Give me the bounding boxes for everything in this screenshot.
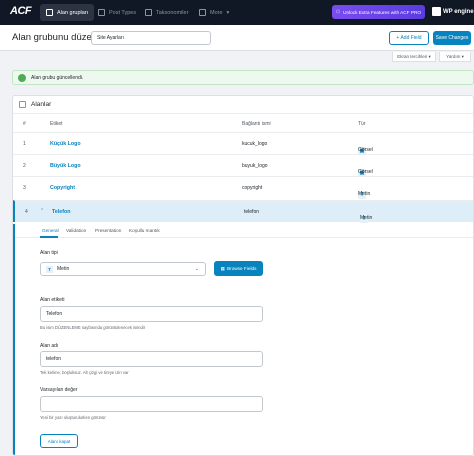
success-notice: Alan grubu güncellendi. xyxy=(12,70,474,85)
close-field-button[interactable]: Alanı kapat xyxy=(40,434,78,448)
text-icon: T xyxy=(46,265,53,273)
table-header: # Etiket Bağlantı ismi Tür xyxy=(13,118,473,130)
column-label: Etiket xyxy=(50,121,63,127)
field-name: copyright xyxy=(242,185,263,191)
more-icon xyxy=(199,9,206,16)
chevron-down-icon: ⌄ xyxy=(194,266,199,272)
row-number: 4 xyxy=(25,209,28,215)
column-name: Bağlantı ismi xyxy=(242,121,271,127)
field-type-label: Alan tipi xyxy=(40,250,58,256)
unlock-icon: ⬡ xyxy=(336,9,341,14)
field-label-label: Alan etiketi xyxy=(40,297,65,303)
browse-icon: ▦ xyxy=(220,265,225,271)
panel-header: Alanlar xyxy=(13,96,473,114)
column-type: Tür xyxy=(358,121,366,127)
unlock-pro-button[interactable]: ⬡ Unlock Extra Features with ACF PRO xyxy=(332,5,425,19)
field-groups-icon xyxy=(46,9,53,16)
default-value-label: Varsayılan değer xyxy=(40,387,78,393)
field-name-input[interactable]: telefon xyxy=(40,351,263,367)
panel-title: Alanlar xyxy=(31,101,52,108)
default-value-help: Yeni bir yazı oluşturulurken görünür xyxy=(40,415,106,420)
field-settings: General Validation Presentation Koşullu … xyxy=(13,224,473,455)
nav-taxonomies-label: Taksonomiler xyxy=(156,9,189,16)
field-label-link[interactable]: Büyük Logo xyxy=(50,163,81,169)
nav-more-label: More xyxy=(210,9,223,16)
add-field-button[interactable]: + Add Field xyxy=(389,31,429,45)
row-number: 3 xyxy=(23,185,26,191)
field-type-label: Görsel xyxy=(358,147,373,153)
field-label-link[interactable]: Copyright xyxy=(50,185,75,191)
wp-engine-label: WP engine xyxy=(443,8,474,15)
settings-tabs: General Validation Presentation Koşullu … xyxy=(15,224,473,238)
field-name-label: Alan adı xyxy=(40,343,59,349)
save-changes-button[interactable]: Save Changes xyxy=(433,31,471,45)
field-name: kucuk_logo xyxy=(242,141,268,147)
field-row[interactable]: 2 Büyük Logo buyuk_logo ▣ Görsel xyxy=(13,154,473,177)
row-number: 2 xyxy=(23,163,26,169)
field-row[interactable]: 1 Küçük Logo kucuk_logo ▣ Görsel xyxy=(13,132,473,155)
nav-taxonomies[interactable]: Taksonomiler xyxy=(139,4,194,21)
nav-field-groups-label: Alan grupları xyxy=(57,9,89,16)
active-tab-indicator xyxy=(40,236,58,238)
field-type-label: Metin xyxy=(360,215,373,221)
chevron-up-icon[interactable]: ⌃ xyxy=(40,208,44,214)
field-type-select[interactable]: T Metin ⌄ xyxy=(40,262,206,276)
tab-presentation[interactable]: Presentation xyxy=(95,228,121,233)
column-number: # xyxy=(23,121,26,127)
field-type-value: Metin xyxy=(57,266,70,272)
taxonomies-icon xyxy=(145,9,152,16)
notice-text: Alan grubu güncellendi. xyxy=(31,74,84,81)
field-type-label: Metin xyxy=(358,191,371,197)
nav-post-types[interactable]: Post Types xyxy=(92,4,142,21)
field-label-input[interactable]: Telefon xyxy=(40,306,263,322)
acf-logo[interactable]: ACF xyxy=(10,5,32,19)
field-label-link[interactable]: Telefon xyxy=(52,209,70,215)
fields-icon xyxy=(19,101,26,108)
nav-field-groups[interactable]: Alan grupları xyxy=(40,4,95,21)
tab-conditional-logic[interactable]: Koşullu mantık xyxy=(129,228,160,233)
field-row-active[interactable]: 4 ⌃ Telefon telefon T Metin xyxy=(13,200,473,223)
tab-general[interactable]: General xyxy=(42,228,59,233)
fields-panel: Alanlar # Etiket Bağlantı ismi Tür 1 Küç… xyxy=(12,95,474,456)
field-label-link[interactable]: Küçük Logo xyxy=(50,141,81,147)
wp-engine-icon xyxy=(432,7,441,16)
browse-fields-label: Browse Fields xyxy=(227,266,257,271)
field-row[interactable]: 3 Copyright copyright T Metin xyxy=(13,176,473,199)
help-button[interactable]: Yardım ▾ xyxy=(439,52,471,62)
nav-post-types-label: Post Types xyxy=(109,9,137,16)
post-types-icon xyxy=(98,9,105,16)
nav-more[interactable]: More ▾ xyxy=(193,4,235,21)
tab-validation[interactable]: Validation xyxy=(66,228,86,233)
field-name: telefon xyxy=(244,209,260,215)
field-label-help: Bu isim DÜZENLEME sayfasında görüntülene… xyxy=(40,325,146,330)
row-number: 1 xyxy=(23,141,26,147)
default-value-input[interactable] xyxy=(40,396,263,412)
field-name-help: Tek kelime, boşluksuz. Alt çizgi ve tire… xyxy=(40,370,129,375)
top-bar: ACF Alan grupları Post Types Taksonomile… xyxy=(0,0,474,25)
unlock-label: Unlock Extra Features with ACF PRO xyxy=(343,9,421,15)
check-icon xyxy=(18,73,26,82)
wp-engine-logo: WP engine xyxy=(432,7,474,16)
browse-fields-button[interactable]: ▦ Browse Fields xyxy=(214,261,263,276)
page-header: Alan grubunu düzenle Site Ayarları + Add… xyxy=(0,25,474,51)
field-type-label: Görsel xyxy=(358,169,373,175)
group-title-input[interactable]: Site Ayarları xyxy=(91,31,211,45)
field-name: buyuk_logo xyxy=(242,163,268,169)
chevron-down-icon: ▾ xyxy=(226,9,230,16)
screen-options-button[interactable]: Ekran tercihleri ▾ xyxy=(392,52,436,62)
